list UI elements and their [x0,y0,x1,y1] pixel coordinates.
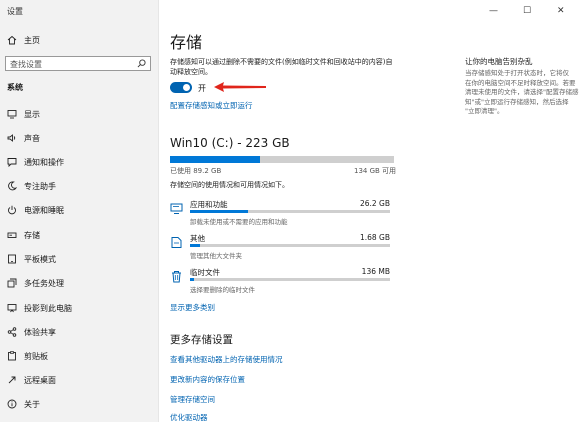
sidebar-item-shared-experiences[interactable]: 体验共享 [0,323,158,341]
side-panel-line: 当存储感知处于打开状态时，它将仅 [465,69,569,77]
clipboard-icon [8,351,16,361]
storage-sense-toggle[interactable] [170,82,192,93]
maximize-button[interactable]: ☐ [523,6,531,16]
optimize-drives-link[interactable]: 优化驱动器 [170,412,208,423]
sidebar-item-about[interactable]: 关于 [0,395,158,413]
sidebar-item-tablet-mode[interactable]: 平板模式 [0,250,158,268]
drive-used-label: 已使用 89.2 GB [170,167,222,175]
sidebar-item-remote-desktop[interactable]: 远程桌面 [0,371,158,389]
projector-icon [7,304,17,313]
sidebar-item-home[interactable]: 主页 [7,33,40,47]
toggle-knob [183,84,190,91]
category-fill [190,210,248,213]
apps-icon [170,203,183,214]
annotation-arrow [214,82,266,92]
drive-free-label: 134 GB 可用 [354,167,397,175]
sidebar-divider [158,0,159,422]
search-box[interactable]: 查找设置 [5,56,151,71]
toggle-state-label: 开 [198,84,206,93]
category-apps[interactable]: 应用和功能 26.2 GB 卸载未使用或不需要的应用和功能 [170,199,394,229]
close-button[interactable]: ✕ [557,6,565,16]
category-bar [190,244,390,247]
home-icon [7,35,17,45]
page-title: 存储 [170,33,203,52]
more-storage-settings-heading: 更多存储设置 [170,334,233,346]
trash-icon [172,271,181,283]
side-panel-line: 知"或"立即运行存储感知，然后选择 [465,97,569,106]
usage-description: 存储空间的使用情况和可用情况如下。 [170,181,289,189]
category-temp-files[interactable]: 临时文件 136 MB 选择要删除的临时文件 [170,267,394,297]
sidebar-item-sound[interactable]: 声音 [0,129,158,147]
change-save-location-link[interactable]: 更改新内容的保存位置 [170,374,245,385]
power-icon [8,205,16,215]
manage-storage-spaces-link[interactable]: 管理存储空间 [170,394,215,405]
category-bar [190,210,390,213]
category-size: 136 MB [361,267,390,276]
show-more-categories-link[interactable]: 显示更多类别 [170,302,215,313]
sidebar-item-multitasking[interactable]: 多任务处理 [0,274,158,292]
section-label: 系统 [7,83,23,92]
sidebar-item-focus-assist[interactable]: 专注助手 [0,177,158,195]
search-icon[interactable] [137,59,146,68]
sidebar-item-notifications[interactable]: 通知和操作 [0,153,158,171]
sidebar: 设置 主页 查找设置 系统 显示 声音 通知和操作 专注助手 电源和睡眠 存储 [0,0,158,422]
notification-icon [7,158,17,167]
configure-storage-sense-link[interactable]: 配置存储感知或立即运行 [170,100,253,111]
display-icon [7,110,17,119]
category-name: 应用和功能 [190,200,228,209]
category-description: 管理其他大文件夹 [190,252,242,260]
category-size: 1.68 GB [359,233,390,242]
search-input[interactable]: 查找设置 [10,59,42,70]
sidebar-item-clipboard[interactable]: 剪贴板 [0,347,158,365]
home-label: 主页 [24,35,40,45]
category-description: 选择要删除的临时文件 [190,286,255,294]
share-icon [7,327,17,337]
remote-icon [8,376,16,384]
side-panel-line: 在你的电脑空间不足时释放空间。若要 [465,78,576,87]
sidebar-item-display[interactable]: 显示 [0,105,158,123]
drive-title: Win10 (C:) - 223 GB [170,136,290,150]
folder-icon [171,237,182,248]
category-other[interactable]: 其他 1.68 GB 管理其他大文件夹 [170,233,394,263]
window-title: 设置 [7,7,23,16]
sidebar-item-storage[interactable]: 存储 [0,226,158,244]
side-panel-description: 当存储感知处于打开状态时，它将仅 在你的电脑空间不足时释放空间。若要 清理未使用… [465,69,581,117]
sound-icon [7,134,16,142]
category-name: 临时文件 [190,268,220,277]
multitask-icon [7,278,17,288]
category-fill [190,278,194,281]
side-panel-line: 清理未使用的文件，请选择"配置存储感 [465,88,579,96]
moon-icon [8,181,17,191]
side-panel-title: 让你的电脑告别杂乱 [465,57,533,66]
category-description: 卸载未使用或不需要的应用和功能 [190,218,288,226]
storage-icon [7,232,17,238]
category-fill [190,244,200,247]
drive-usage-fill [170,156,260,163]
drive-usage-bar [170,156,394,163]
tablet-icon [8,254,16,264]
minimize-button[interactable]: — [489,6,498,16]
side-panel-line: "立即清理"。 [465,107,504,115]
storage-sense-description: 存储感知可以通过删除不需要的文件(例如临时文件和回收站中的内容)自动释放空间。 [170,58,393,76]
view-other-drives-link[interactable]: 查看其他驱动器上的存储使用情况 [170,354,283,365]
sidebar-item-power[interactable]: 电源和睡眠 [0,201,158,219]
info-icon [7,399,17,409]
sidebar-item-projecting[interactable]: 投影到此电脑 [0,299,158,317]
category-bar [190,278,390,281]
category-name: 其他 [190,234,205,243]
category-size: 26.2 GB [359,199,390,208]
